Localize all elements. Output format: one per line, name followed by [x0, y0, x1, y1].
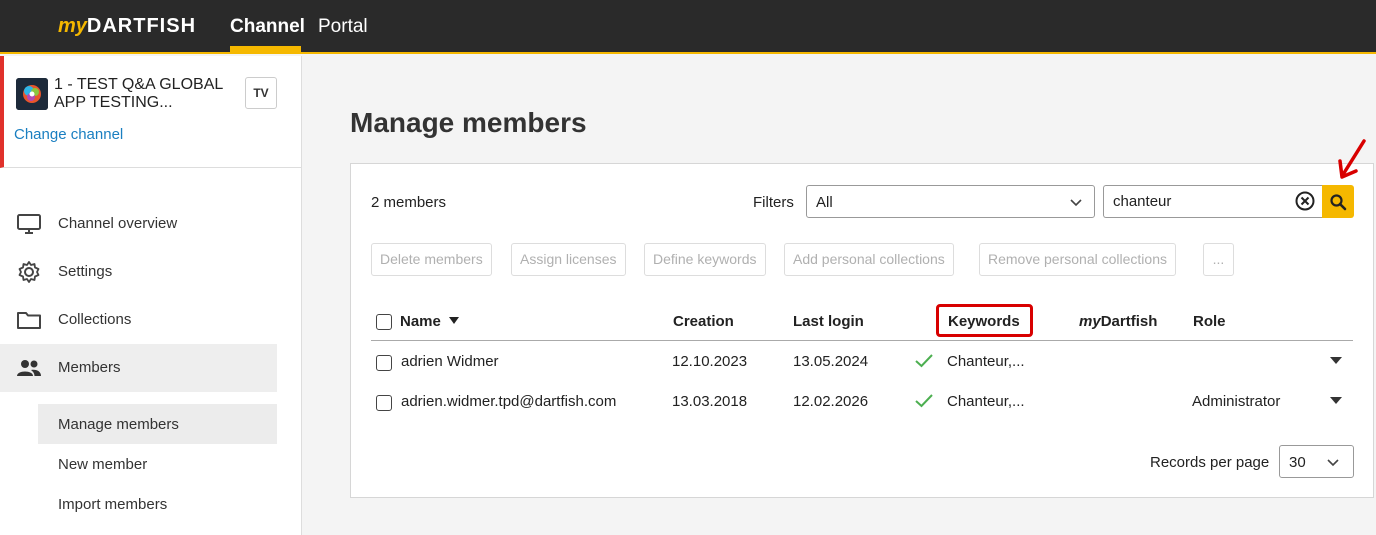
sidebar-item-collections[interactable]: Collections	[0, 296, 277, 344]
check-icon	[915, 354, 933, 368]
sidebar-item-label: Settings	[58, 263, 113, 280]
top-bar: myDARTFISH Channel Portal	[0, 0, 1376, 54]
column-header-mydartfish-my: my	[1079, 313, 1101, 330]
monitor-icon	[17, 214, 41, 234]
sidebar-item-settings[interactable]: Settings	[0, 248, 277, 296]
row-creation: 12.10.2023	[672, 353, 748, 370]
logo-my: my	[58, 15, 87, 37]
delete-members-button[interactable]: Delete members	[371, 243, 492, 276]
sidebar-item-label: Channel overview	[58, 215, 178, 232]
records-per-page-label: Records per page	[1150, 454, 1270, 471]
records-per-page-select[interactable]: 30	[1279, 445, 1354, 478]
tv-button[interactable]: TV	[245, 77, 277, 109]
column-header-mydartfish-rest: Dartfish	[1100, 313, 1158, 330]
more-actions-button[interactable]: ...	[1203, 243, 1234, 276]
members-panel: 2 members Filters All Delete members Ass…	[350, 139, 1374, 498]
table-header-divider	[371, 340, 1353, 341]
check-icon	[915, 394, 933, 408]
row-keywords: Chanteur,...	[947, 393, 1025, 410]
channel-thumbnail	[16, 78, 48, 110]
chevron-down-icon	[1070, 199, 1082, 207]
page-title: Manage members	[350, 107, 587, 138]
mydartfish-logo[interactable]: myDARTFISH	[58, 15, 196, 38]
filters-label: Filters	[753, 194, 794, 211]
active-tab-indicator	[230, 46, 301, 52]
sidebar-subitem-new-member[interactable]: New member	[38, 444, 277, 484]
column-header-name[interactable]: Name	[400, 313, 441, 330]
members-count: 2 members	[371, 194, 447, 211]
sidebar-subitem-label: Import members	[58, 496, 168, 513]
remove-personal-collections-button[interactable]: Remove personal collections	[979, 243, 1176, 276]
row-expand-icon[interactable]	[1330, 357, 1342, 365]
column-header-mydartfish[interactable]: myDartfish	[1079, 313, 1157, 330]
sidebar-item-channel-overview[interactable]: Channel overview	[0, 200, 277, 248]
assign-licenses-button[interactable]: Assign licenses	[511, 243, 626, 276]
filter-select-value: All	[816, 194, 833, 211]
add-personal-collections-button[interactable]: Add personal collections	[784, 243, 954, 276]
annotation-arrow-icon	[1338, 139, 1366, 179]
search-icon	[1330, 194, 1347, 211]
row-checkbox[interactable]	[376, 355, 392, 371]
gear-icon	[18, 261, 40, 283]
sidebar-subitem-import-members[interactable]: Import members	[38, 484, 277, 524]
sidebar-subitem-manage-members[interactable]: Manage members	[38, 404, 277, 444]
row-creation: 13.03.2018	[672, 393, 748, 410]
sidebar-item-label: Members	[58, 359, 121, 376]
sidebar: 1 - TEST Q&A GLOBAL APP TESTING... TV Ch…	[0, 56, 302, 535]
define-keywords-button[interactable]: Define keywords	[644, 243, 766, 276]
nav-portal-tab[interactable]: Portal	[318, 16, 368, 38]
sidebar-subitem-label: New member	[58, 456, 148, 473]
logo-brand: DARTFISH	[86, 15, 197, 37]
sort-down-icon[interactable]	[449, 317, 459, 325]
clear-search-icon[interactable]	[1295, 191, 1315, 211]
users-icon	[17, 360, 41, 376]
row-last-login: 12.02.2026	[793, 393, 869, 410]
row-name[interactable]: adrien Widmer	[401, 353, 499, 370]
channel-selector: 1 - TEST Q&A GLOBAL APP TESTING... TV Ch…	[0, 56, 301, 168]
column-header-creation[interactable]: Creation	[673, 313, 734, 330]
row-last-login: 13.05.2024	[793, 353, 869, 370]
column-header-last-login[interactable]: Last login	[793, 313, 864, 330]
row-keywords: Chanteur,...	[947, 353, 1025, 370]
records-per-page-value: 30	[1289, 454, 1306, 471]
column-header-role[interactable]: Role	[1193, 313, 1226, 330]
filter-select[interactable]: All	[806, 185, 1095, 218]
search-input[interactable]	[1103, 185, 1323, 218]
search-button[interactable]	[1322, 185, 1354, 218]
channel-name: 1 - TEST Q&A GLOBAL APP TESTING...	[54, 76, 223, 111]
select-all-checkbox[interactable]	[376, 314, 392, 330]
sidebar-item-members[interactable]: Members	[0, 344, 277, 392]
sidebar-subitem-label: Manage members	[58, 416, 179, 433]
change-channel-link[interactable]: Change channel	[14, 126, 123, 143]
row-checkbox[interactable]	[376, 395, 392, 411]
row-role: Administrator	[1192, 393, 1281, 410]
row-name[interactable]: adrien.widmer.tpd@dartfish.com	[401, 393, 616, 410]
chevron-down-icon	[1327, 459, 1339, 467]
folder-icon	[17, 312, 41, 329]
sidebar-item-label: Collections	[58, 311, 132, 328]
row-expand-icon[interactable]	[1330, 397, 1342, 405]
nav-channel-tab[interactable]: Channel	[230, 16, 305, 38]
column-header-keywords[interactable]: Keywords	[948, 313, 1020, 330]
